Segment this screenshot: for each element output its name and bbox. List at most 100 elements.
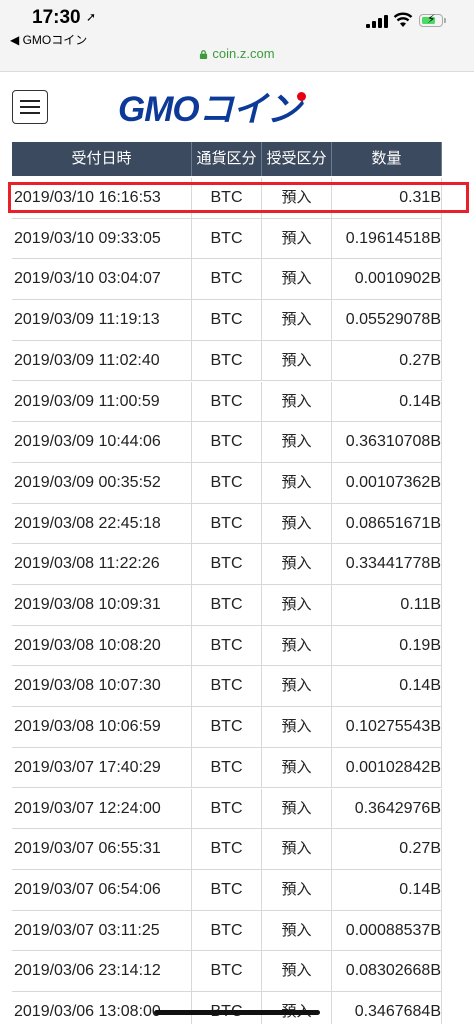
- cell-currency: BTC: [192, 707, 262, 748]
- table-row: 2019/03/10 09:33:05 BTC 預入 0.19614518B: [12, 218, 442, 260]
- cellular-signal-icon: [366, 14, 388, 28]
- lock-icon: [200, 50, 208, 59]
- cell-amount: 0.27B: [332, 340, 442, 382]
- cell-type: 預入: [262, 625, 332, 667]
- cell-datetime: 2019/03/07 03:11:25: [12, 910, 192, 952]
- cell-amount: 0.19614518B: [332, 218, 442, 260]
- cell-type: 預入: [262, 218, 332, 260]
- cell-datetime: 2019/03/10 03:04:07: [12, 259, 192, 301]
- table-row: 2019/03/08 10:07:30 BTC 預入 0.14B: [12, 666, 442, 708]
- cell-currency: BTC: [192, 625, 262, 667]
- cell-type: 預入: [262, 992, 332, 1024]
- cell-type: 預入: [262, 503, 332, 545]
- cell-amount: 0.08302668B: [332, 951, 442, 992]
- cell-currency: BTC: [192, 340, 262, 382]
- location-arrow-icon: ➚: [86, 10, 97, 24]
- table-row: 2019/03/07 17:40:29 BTC 預入 0.00102842B: [12, 747, 442, 789]
- cell-datetime: 2019/03/07 17:40:29: [12, 747, 192, 789]
- cell-type: 預入: [262, 462, 332, 504]
- cell-type: 預入: [262, 259, 332, 301]
- cell-amount: 0.3467684B: [332, 992, 442, 1024]
- cell-datetime: 2019/03/07 12:24:00: [12, 788, 192, 830]
- cell-type: 預入: [262, 910, 332, 952]
- table-row: 2019/03/08 10:06:59 BTC 預入 0.10275543B: [12, 707, 442, 748]
- cell-currency: BTC: [192, 544, 262, 585]
- cell-datetime: 2019/03/06 13:08:00: [12, 992, 192, 1024]
- cell-currency: BTC: [192, 747, 262, 789]
- cell-currency: BTC: [192, 951, 262, 992]
- deposit-history-table: 受付日時 通貨区分 授受区分 数量 2019/03/10 16:16:53 BTC…: [12, 142, 442, 1024]
- cell-datetime: 2019/03/08 10:06:59: [12, 707, 192, 748]
- address-bar[interactable]: coin.z.com: [0, 46, 474, 61]
- cell-amount: 0.00107362B: [332, 462, 442, 504]
- cell-amount: 0.3642976B: [332, 788, 442, 830]
- cell-type: 預入: [262, 951, 332, 992]
- cell-datetime: 2019/03/09 11:00:59: [12, 381, 192, 423]
- cell-currency: BTC: [192, 910, 262, 952]
- cell-type: 預入: [262, 869, 332, 911]
- column-header-type[interactable]: 授受区分: [262, 142, 332, 176]
- cell-datetime: 2019/03/07 06:55:31: [12, 829, 192, 870]
- cell-currency: BTC: [192, 666, 262, 708]
- cell-amount: 0.31B: [332, 178, 442, 219]
- logo-text: GMOコイン: [118, 90, 302, 129]
- cell-datetime: 2019/03/08 11:22:26: [12, 544, 192, 585]
- table-row: 2019/03/09 10:44:06 BTC 預入 0.36310708B: [12, 422, 442, 463]
- table-row: 2019/03/06 13:08:00BTC預入0.3467684B: [12, 992, 442, 1024]
- cell-currency: BTC: [192, 829, 262, 870]
- site-header: GMOコイン: [0, 72, 474, 144]
- cell-datetime: 2019/03/08 10:07:30: [12, 666, 192, 708]
- home-indicator[interactable]: [154, 1010, 320, 1015]
- cell-type: 預入: [262, 585, 332, 626]
- cell-datetime: 2019/03/09 11:19:13: [12, 300, 192, 341]
- cell-datetime: 2019/03/09 00:35:52: [12, 462, 192, 504]
- cell-type: 預入: [262, 829, 332, 870]
- cell-amount: 0.36310708B: [332, 422, 442, 463]
- cell-currency: BTC: [192, 259, 262, 301]
- cell-amount: 0.14B: [332, 869, 442, 911]
- table-row: 2019/03/08 10:09:31 BTC 預入 0.11B: [12, 585, 442, 626]
- column-header-currency[interactable]: 通貨区分: [192, 142, 262, 176]
- cell-currency: BTC: [192, 381, 262, 423]
- column-header-datetime[interactable]: 受付日時: [12, 142, 192, 176]
- table-row: 2019/03/06 23:14:12 BTC 預入 0.08302668B: [12, 951, 442, 992]
- cell-currency: BTC: [192, 178, 262, 219]
- logo-red-dot: [296, 92, 306, 101]
- hamburger-menu-icon[interactable]: [12, 90, 48, 124]
- cell-datetime: 2019/03/08 10:09:31: [12, 585, 192, 626]
- cell-currency: BTC: [192, 992, 262, 1024]
- cell-type: 預入: [262, 747, 332, 789]
- table-row: 2019/03/07 12:24:00 BTC 預入 0.3642976B: [12, 788, 442, 830]
- cell-currency: BTC: [192, 585, 262, 626]
- cell-datetime: 2019/03/08 22:45:18: [12, 503, 192, 545]
- table-row: 2019/03/10 03:04:07 BTC 預入 0.0010902B: [12, 259, 442, 301]
- cell-amount: 0.19B: [332, 625, 442, 667]
- table-row: 2019/03/08 10:08:20 BTC 預入 0.19B: [12, 625, 442, 667]
- cell-type: 預入: [262, 422, 332, 463]
- cell-currency: BTC: [192, 503, 262, 545]
- cell-type: 預入: [262, 666, 332, 708]
- table-row: 2019/03/09 11:00:59 BTC 預入 0.14B: [12, 381, 442, 423]
- cell-datetime: 2019/03/09 11:02:40: [12, 340, 192, 382]
- cell-type: 預入: [262, 707, 332, 748]
- url-text: coin.z.com: [212, 46, 275, 61]
- table-row: 2019/03/10 16:16:53 BTC 預入 0.31B: [12, 178, 442, 219]
- cell-datetime: 2019/03/08 10:08:20: [12, 625, 192, 667]
- cell-datetime: 2019/03/10 09:33:05: [12, 218, 192, 260]
- cell-amount: 0.33441778B: [332, 544, 442, 585]
- cell-amount: 0.11B: [332, 585, 442, 626]
- cell-datetime: 2019/03/07 06:54:06: [12, 869, 192, 911]
- table-row: 2019/03/09 11:19:13 BTC 預入 0.05529078B: [12, 300, 442, 341]
- cell-amount: 0.0010902B: [332, 259, 442, 301]
- cell-amount: 0.14B: [332, 666, 442, 708]
- table-row: 2019/03/07 06:55:31 BTC 預入 0.27B: [12, 829, 442, 870]
- cell-amount: 0.27B: [332, 829, 442, 870]
- cell-type: 預入: [262, 544, 332, 585]
- cell-datetime: 2019/03/10 16:16:53: [12, 178, 192, 219]
- cell-datetime: 2019/03/09 10:44:06: [12, 422, 192, 463]
- column-header-amount[interactable]: 数量: [332, 142, 442, 176]
- wifi-icon: [393, 12, 413, 27]
- status-time: 17:30: [32, 7, 81, 28]
- cell-amount: 0.00088537B: [332, 910, 442, 952]
- gmo-coin-logo[interactable]: GMOコイン: [118, 92, 306, 128]
